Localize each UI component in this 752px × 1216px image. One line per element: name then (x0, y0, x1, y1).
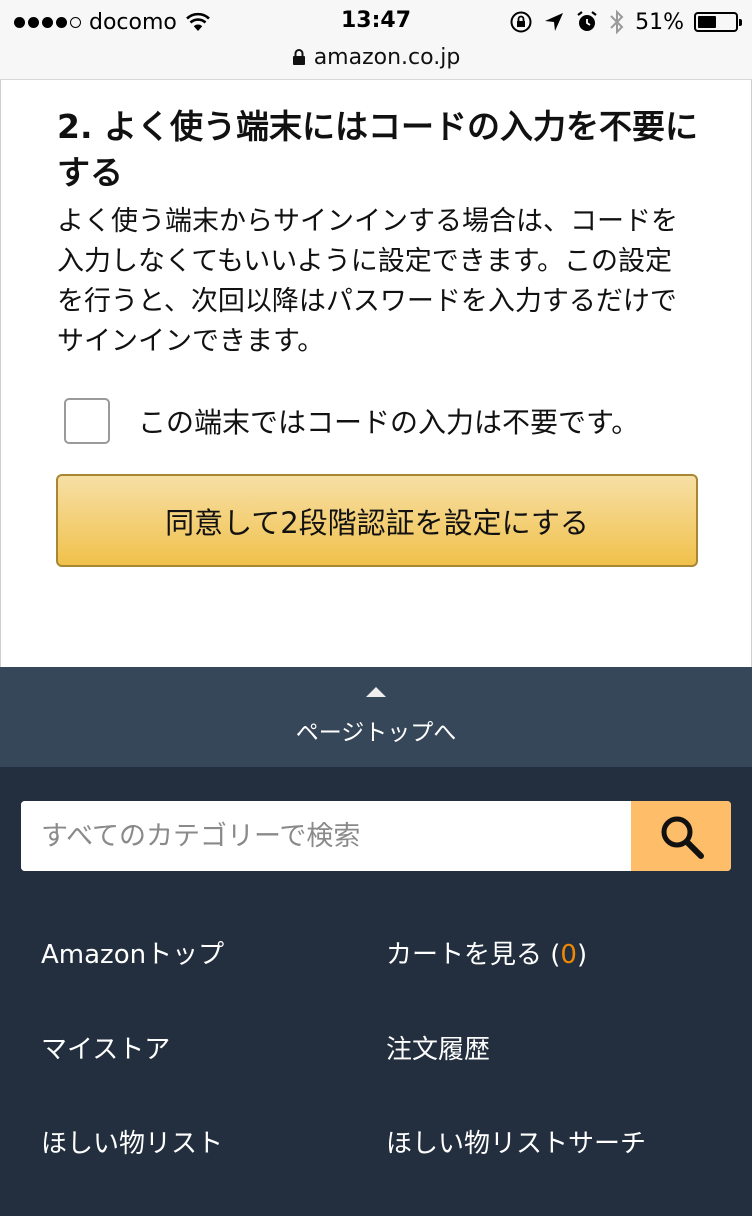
footer-link-wishlist-search[interactable]: ほしい物リストサーチ (386, 1123, 646, 1160)
search-bar (21, 801, 731, 871)
status-bar: docomo 13:47 51% amazon.co.jp (0, 0, 752, 80)
cart-link-suffix: ) (576, 940, 588, 970)
status-bar-right: 51% (509, 8, 742, 36)
remember-device-option[interactable]: この端末ではコードの入力は不要です。 (64, 398, 639, 444)
battery-icon (694, 12, 742, 32)
back-to-top-label[interactable]: ページトップへ (0, 713, 752, 747)
url-text: amazon.co.jp (313, 44, 461, 70)
alarm-icon (577, 11, 597, 31)
section-heading: 2. よく使う端末にはコードの入力を不要にする (57, 107, 698, 192)
footer-link-wishlist[interactable]: ほしい物リスト (41, 1123, 223, 1160)
search-button[interactable] (631, 801, 731, 871)
section-description: よく使う端末からサインインする場合は、コードを入力しなくてもいいように設定できま… (57, 206, 678, 357)
enable-two-step-button[interactable]: 同意して2段階認証を設定にする (56, 474, 698, 567)
bluetooth-icon (610, 9, 624, 35)
footer-link-cart[interactable]: カートを見る (0) (386, 934, 587, 971)
search-input[interactable] (21, 801, 631, 871)
caret-up-icon (366, 687, 386, 697)
battery-percent: 51% (635, 9, 684, 35)
battery-level-fill (698, 16, 717, 28)
location-arrow-icon (545, 13, 564, 31)
rotation-lock-icon (510, 11, 532, 33)
two-step-settings-section: 2. よく使う端末にはコードの入力を不要にする よく使う端末からサインインする場… (0, 80, 752, 667)
back-to-top-button[interactable]: ページトップへ (0, 667, 752, 767)
address-bar[interactable]: amazon.co.jp (0, 42, 752, 72)
remember-device-label[interactable]: この端末ではコードの入力は不要です。 (138, 401, 639, 441)
cart-link-label: カートを見る ( (386, 940, 561, 970)
lock-icon (292, 49, 305, 65)
cart-count-badge: 0 (560, 940, 577, 970)
footer-link-amazon-top[interactable]: Amazonトップ (41, 934, 224, 971)
footer: Amazonトップ カートを見る (0) マイストア 注文履歴 ほしい物リスト … (0, 767, 752, 1216)
footer-link-order-history[interactable]: 注文履歴 (386, 1029, 490, 1066)
footer-link-my-store[interactable]: マイストア (41, 1029, 170, 1066)
remember-device-checkbox[interactable] (64, 398, 110, 444)
search-icon (661, 816, 704, 859)
